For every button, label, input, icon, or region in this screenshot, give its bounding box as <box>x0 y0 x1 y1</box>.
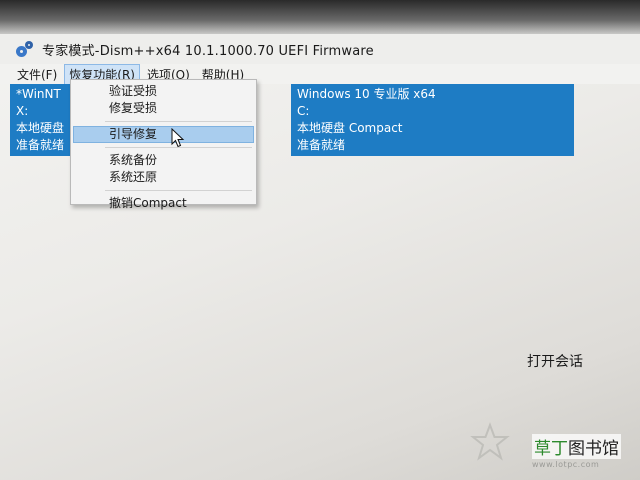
title-bar: 专家模式-Dism++x64 10.1.1000.70 UEFI Firmwar… <box>0 34 640 64</box>
screen: 专家模式-Dism++x64 10.1.1000.70 UEFI Firmwar… <box>0 0 640 480</box>
window-title: 专家模式-Dism++x64 10.1.1000.70 UEFI Firmwar… <box>42 43 374 59</box>
menu-separator <box>105 190 252 191</box>
mouse-cursor-icon <box>171 128 185 148</box>
star-icon <box>470 422 510 461</box>
menu-item-repair-damage[interactable]: 修复受损 <box>71 100 256 117</box>
recovery-dropdown-menu: 验证受损 修复受损 引导修复 系统备份 系统还原 撤销Compact <box>70 79 257 210</box>
watermark: 草丁图书馆 www.lotpc.com <box>470 420 640 480</box>
system-drive: C: <box>297 104 310 118</box>
status-text: 打开会话 <box>527 354 583 370</box>
menu-item-undo-compact[interactable]: 撤销Compact <box>71 195 256 212</box>
menu-separator <box>105 121 252 122</box>
menu-item-verify-damage[interactable]: 验证受损 <box>71 83 256 100</box>
menu-item-boot-repair[interactable]: 引导修复 <box>73 126 254 143</box>
watermark-url: www.lotpc.com <box>532 460 600 469</box>
gears-icon <box>16 40 36 58</box>
system-disk: 本地硬盘 Compact <box>297 121 403 135</box>
menu-item-system-backup[interactable]: 系统备份 <box>71 152 256 169</box>
menu-item-system-restore[interactable]: 系统还原 <box>71 169 256 186</box>
system-name: Windows 10 专业版 x64 <box>297 87 436 101</box>
system-tile-windows10[interactable]: Windows 10 专业版 x64 C: 本地硬盘 Compact 准备就绪 <box>291 84 574 156</box>
watermark-site-name: 草丁图书馆 <box>532 434 621 459</box>
monitor-bezel <box>0 0 640 34</box>
system-status: 准备就绪 <box>297 138 346 152</box>
menu-file[interactable]: 文件(F) <box>12 64 62 85</box>
